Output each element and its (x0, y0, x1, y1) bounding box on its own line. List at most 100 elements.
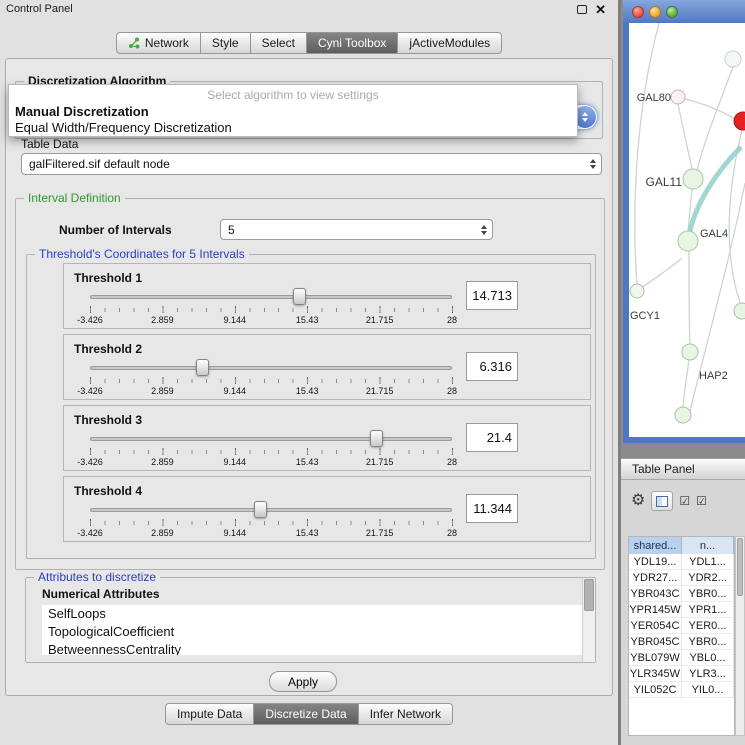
attribute-list-item[interactable]: SelfLoops (42, 605, 582, 623)
threshold-slider[interactable] (90, 288, 452, 306)
scale-tick-label: 21.715 (366, 386, 394, 396)
table-row[interactable]: YDR27...YDR2... (629, 570, 734, 586)
checkbox-filter-icon-2[interactable]: ☑ (696, 494, 707, 508)
threshold-slider[interactable] (90, 359, 452, 377)
node-label-gal11: GAL11 (646, 175, 683, 189)
table-cell[interactable]: YDL1... (682, 554, 734, 569)
table-cell[interactable]: YDR27... (629, 570, 682, 585)
slider-track[interactable] (90, 366, 452, 370)
network-view-window: GAL80 GAL11 GAL4 GCY1 HAP2 (623, 0, 745, 443)
tab-select[interactable]: Select (251, 32, 307, 54)
table-cell[interactable]: YIL0... (682, 682, 734, 697)
table-data-label: Table Data (21, 137, 78, 151)
table-cell[interactable]: YBR0... (682, 586, 734, 601)
checkbox-filter-icon[interactable]: ☑ (679, 494, 690, 508)
threshold-slider[interactable] (90, 430, 452, 448)
close-traffic-light[interactable] (632, 6, 644, 18)
network-node[interactable] (725, 51, 741, 67)
table-cell[interactable]: YBR0... (682, 634, 734, 649)
attributes-scrollbar[interactable] (582, 578, 595, 662)
table-cell[interactable]: YER054C (629, 618, 682, 633)
threshold-coordinates-group: Threshold's Coordinates for 5 Intervals … (26, 254, 596, 559)
table-cell[interactable]: YBL079W (629, 650, 682, 665)
network-icon (128, 37, 140, 49)
dropdown-option-equal-width-frequency[interactable]: Equal Width/Frequency Discretization (15, 120, 232, 135)
threshold-value-field[interactable]: 14.713 (466, 281, 518, 310)
network-node-selected-red[interactable] (734, 112, 745, 130)
table-row[interactable]: YLR345WYLR3... (629, 666, 734, 682)
apply-button[interactable]: Apply (269, 671, 337, 692)
table-row[interactable]: YDL19...YDL1... (629, 554, 734, 570)
network-canvas[interactable]: GAL80 GAL11 GAL4 GCY1 HAP2 (629, 23, 745, 437)
attribute-list-item[interactable]: BetweennessCentrality (42, 641, 582, 655)
numerical-attributes-list[interactable]: SelfLoopsTopologicalCoefficientBetweenne… (42, 605, 582, 655)
table-cell[interactable]: YBL0... (682, 650, 734, 665)
slider-track[interactable] (90, 295, 452, 299)
table-cell[interactable]: YLR3... (682, 666, 734, 681)
table-cell[interactable]: YIL052C (629, 682, 682, 697)
table-row[interactable]: YBR045CYBR0... (629, 634, 734, 650)
zoom-traffic-light[interactable] (666, 6, 678, 18)
dropdown-option-manual-discretization[interactable]: Manual Discretization (15, 104, 149, 119)
column-header-shared-name[interactable]: shared... (629, 537, 682, 554)
threshold-value-field[interactable]: 6.316 (466, 352, 518, 381)
columns-button[interactable] (651, 491, 673, 511)
slider-track[interactable] (90, 437, 452, 441)
table-row[interactable]: YIL052CYIL0... (629, 682, 734, 698)
highlighted-edge[interactable] (689, 147, 741, 235)
table-row[interactable]: YBR043CYBR0... (629, 586, 734, 602)
number-of-intervals-combo[interactable]: 5 (220, 219, 493, 240)
tab-impute-data[interactable]: Impute Data (165, 703, 254, 725)
network-node-hap2[interactable] (682, 344, 698, 360)
attribute-list-item[interactable]: TopologicalCoefficient (42, 623, 582, 641)
network-node-gal11[interactable] (683, 169, 703, 189)
tab-infer-network[interactable]: Infer Network (359, 703, 453, 725)
table-cell[interactable]: YER0... (682, 618, 734, 633)
slider-thumb[interactable] (196, 359, 209, 376)
slider-thumb[interactable] (370, 430, 383, 447)
table-cell[interactable]: YPR1... (682, 602, 734, 617)
tab-discretize-data[interactable]: Discretize Data (254, 703, 358, 725)
table-cell[interactable]: YBR045C (629, 634, 682, 649)
table-row[interactable]: YER054CYER0... (629, 618, 734, 634)
network-node-gal4[interactable] (678, 231, 698, 251)
network-window-titlebar[interactable] (623, 0, 745, 23)
table-data-combo[interactable]: galFiltered.sif default node (21, 153, 602, 175)
window-title: Control Panel (6, 3, 73, 15)
table-cell[interactable]: YDL19... (629, 554, 682, 569)
slider-thumb[interactable] (254, 501, 267, 518)
scale-tick-label: 21.715 (366, 457, 394, 467)
minimize-traffic-light[interactable] (649, 6, 661, 18)
network-node[interactable] (675, 407, 691, 423)
network-node-gcy1[interactable] (630, 284, 644, 298)
tab-jactivemodules[interactable]: jActiveModules (398, 32, 502, 54)
tab-network[interactable]: Network (116, 32, 201, 54)
scrollbar-thumb[interactable] (584, 579, 594, 611)
table-cell[interactable]: YLR345W (629, 666, 682, 681)
column-header-name[interactable]: n... (682, 537, 734, 554)
threshold-value-field[interactable]: 21.4 (466, 423, 518, 452)
network-node[interactable] (734, 303, 745, 319)
gear-icon[interactable]: ⚙ (631, 493, 645, 509)
combo-stepper-icon[interactable] (481, 225, 487, 235)
scale-tick-label: -3.426 (77, 386, 103, 396)
network-graph: GAL80 GAL11 GAL4 GCY1 HAP2 (629, 23, 745, 437)
table-cell[interactable]: YBR043C (629, 586, 682, 601)
threshold-value-field[interactable]: 11.344 (466, 494, 518, 523)
float-window-icon[interactable] (577, 5, 587, 14)
scale-tick-label: 15.43 (296, 386, 319, 396)
close-window-icon[interactable]: ✕ (595, 4, 606, 15)
threshold-slider[interactable] (90, 501, 452, 519)
table-scrollbar[interactable] (735, 536, 745, 736)
slider-thumb[interactable] (293, 288, 306, 305)
tab-cyni-toolbox[interactable]: Cyni Toolbox (307, 32, 398, 54)
table-row[interactable]: YBL079WYBL0... (629, 650, 734, 666)
slider-track[interactable] (90, 508, 452, 512)
tab-style[interactable]: Style (201, 32, 251, 54)
scrollbar-thumb[interactable] (737, 538, 743, 596)
network-node-gal80[interactable] (671, 90, 685, 104)
table-row[interactable]: YPR145WYPR1... (629, 602, 734, 618)
table-cell[interactable]: YPR145W (629, 602, 682, 617)
table-cell[interactable]: YDR2... (682, 570, 734, 585)
combo-stepper-icon[interactable] (590, 159, 596, 169)
